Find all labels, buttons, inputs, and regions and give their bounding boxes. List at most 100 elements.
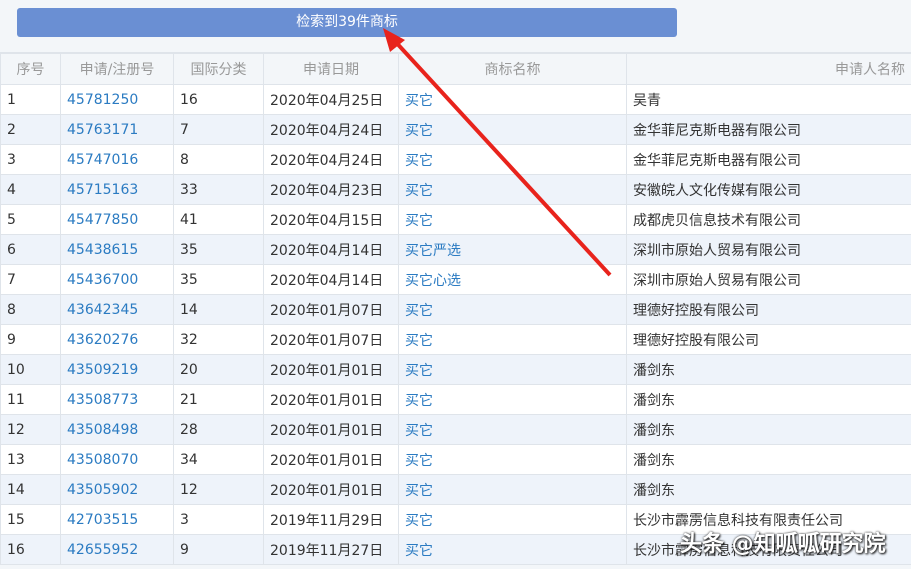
reg-number-cell: 45781250 bbox=[60, 84, 174, 115]
class-cell: 3 bbox=[173, 504, 264, 535]
trademark-name-link[interactable]: 买它 bbox=[405, 513, 433, 529]
row-index-cell: 2 bbox=[0, 114, 61, 145]
apply-date-cell: 2019年11月29日 bbox=[263, 504, 399, 535]
reg-number-cell: 43505902 bbox=[60, 474, 174, 505]
applicant-cell: 潘剑东 bbox=[626, 414, 911, 445]
trademark-name-link[interactable]: 买它 bbox=[405, 213, 433, 229]
reg-number-link[interactable]: 43508498 bbox=[67, 422, 138, 438]
apply-date-cell: 2020年04月25日 bbox=[263, 84, 399, 115]
class-cell: 14 bbox=[173, 294, 264, 325]
row-index-cell: 10 bbox=[0, 354, 61, 385]
applicant-cell: 安徽皖人文化传媒有限公司 bbox=[626, 174, 911, 205]
reg-number-link[interactable]: 45763171 bbox=[67, 122, 138, 138]
row-index-cell: 9 bbox=[0, 324, 61, 355]
apply-date-cell: 2020年01月01日 bbox=[263, 354, 399, 385]
trademark-name-cell: 买它 bbox=[398, 354, 627, 385]
class-cell: 33 bbox=[173, 174, 264, 205]
table-row: 4 45715163 33 2020年04月23日 买它 安徽皖人文化传媒有限公司 bbox=[0, 174, 911, 205]
row-index-cell: 4 bbox=[0, 174, 61, 205]
top-bar: 检索到39件商标 bbox=[0, 0, 911, 53]
applicant-cell: 深圳市原始人贸易有限公司 bbox=[626, 234, 911, 265]
table-row: 1 45781250 16 2020年04月25日 买它 吴青 bbox=[0, 84, 911, 115]
class-cell: 21 bbox=[173, 384, 264, 415]
trademark-name-cell: 买它 bbox=[398, 114, 627, 145]
trademark-name-link[interactable]: 买它 bbox=[405, 183, 433, 199]
reg-number-link[interactable]: 45438615 bbox=[67, 242, 138, 258]
row-index-cell: 11 bbox=[0, 384, 61, 415]
trademark-name-cell: 买它 bbox=[398, 444, 627, 475]
reg-number-link[interactable]: 45477850 bbox=[67, 212, 138, 228]
trademark-name-link[interactable]: 买它心选 bbox=[405, 273, 461, 289]
apply-date-cell: 2019年11月27日 bbox=[263, 534, 399, 565]
apply-date-cell: 2020年01月01日 bbox=[263, 384, 399, 415]
reg-number-link[interactable]: 43642345 bbox=[67, 302, 138, 318]
trademark-name-link[interactable]: 买它 bbox=[405, 453, 433, 469]
class-cell: 35 bbox=[173, 234, 264, 265]
trademark-name-link[interactable]: 买它 bbox=[405, 93, 433, 109]
reg-number-link[interactable]: 43620276 bbox=[67, 332, 138, 348]
reg-number-link[interactable]: 45715163 bbox=[67, 182, 138, 198]
reg-number-link[interactable]: 43509219 bbox=[67, 362, 138, 378]
apply-date-cell: 2020年04月23日 bbox=[263, 174, 399, 205]
reg-number-link[interactable]: 42703515 bbox=[67, 512, 138, 528]
reg-number-cell: 45763171 bbox=[60, 114, 174, 145]
reg-number-link[interactable]: 45781250 bbox=[67, 92, 138, 108]
trademark-name-link[interactable]: 买它 bbox=[405, 393, 433, 409]
trademark-name-link[interactable]: 买它 bbox=[405, 333, 433, 349]
table-row: 13 43508070 34 2020年01月01日 买它 潘剑东 bbox=[0, 444, 911, 475]
row-index-cell: 1 bbox=[0, 84, 61, 115]
trademark-name-cell: 买它 bbox=[398, 84, 627, 115]
table-row: 11 43508773 21 2020年01月01日 买它 潘剑东 bbox=[0, 384, 911, 415]
class-cell: 7 bbox=[173, 114, 264, 145]
trademark-name-cell: 买它 bbox=[398, 414, 627, 445]
class-cell: 16 bbox=[173, 84, 264, 115]
class-cell: 20 bbox=[173, 354, 264, 385]
reg-number-cell: 42703515 bbox=[60, 504, 174, 535]
reg-number-link[interactable]: 42655952 bbox=[67, 542, 138, 558]
apply-date-cell: 2020年01月01日 bbox=[263, 414, 399, 445]
reg-number-link[interactable]: 43505902 bbox=[67, 482, 138, 498]
row-index-cell: 16 bbox=[0, 534, 61, 565]
class-cell: 12 bbox=[173, 474, 264, 505]
trademark-name-cell: 买它严选 bbox=[398, 234, 627, 265]
applicant-cell: 潘剑东 bbox=[626, 474, 911, 505]
trademark-name-cell: 买它 bbox=[398, 144, 627, 175]
trademark-name-link[interactable]: 买它 bbox=[405, 543, 433, 559]
class-cell: 32 bbox=[173, 324, 264, 355]
trademark-name-link[interactable]: 买它 bbox=[405, 303, 433, 319]
trademark-name-link[interactable]: 买它 bbox=[405, 423, 433, 439]
applicant-cell: 潘剑东 bbox=[626, 444, 911, 475]
row-index-cell: 13 bbox=[0, 444, 61, 475]
apply-date-cell: 2020年01月01日 bbox=[263, 444, 399, 475]
trademark-name-link[interactable]: 买它 bbox=[405, 483, 433, 499]
row-index-cell: 14 bbox=[0, 474, 61, 505]
trademark-name-link[interactable]: 买它 bbox=[405, 123, 433, 139]
row-index-cell: 7 bbox=[0, 264, 61, 295]
trademark-name-cell: 买它 bbox=[398, 474, 627, 505]
apply-date-cell: 2020年04月24日 bbox=[263, 144, 399, 175]
apply-date-cell: 2020年04月24日 bbox=[263, 114, 399, 145]
reg-number-cell: 45715163 bbox=[60, 174, 174, 205]
apply-date-cell: 2020年04月14日 bbox=[263, 264, 399, 295]
reg-number-cell: 45436700 bbox=[60, 264, 174, 295]
trademark-name-link[interactable]: 买它严选 bbox=[405, 243, 461, 259]
table-row: 6 45438615 35 2020年04月14日 买它严选 深圳市原始人贸易有限公司 bbox=[0, 234, 911, 265]
column-header: 申请人名称 bbox=[626, 53, 911, 85]
reg-number-link[interactable]: 45436700 bbox=[67, 272, 138, 288]
applicant-cell: 理德好控股有限公司 bbox=[626, 324, 911, 355]
reg-number-cell: 43508498 bbox=[60, 414, 174, 445]
reg-number-link[interactable]: 43508773 bbox=[67, 392, 138, 408]
trademark-name-link[interactable]: 买它 bbox=[405, 153, 433, 169]
reg-number-cell: 45438615 bbox=[60, 234, 174, 265]
reg-number-link[interactable]: 45747016 bbox=[67, 152, 138, 168]
row-index-cell: 12 bbox=[0, 414, 61, 445]
trademark-name-link[interactable]: 买它 bbox=[405, 363, 433, 379]
applicant-cell: 理德好控股有限公司 bbox=[626, 294, 911, 325]
row-index-cell: 8 bbox=[0, 294, 61, 325]
trademark-name-cell: 买它 bbox=[398, 294, 627, 325]
applicant-cell: 深圳市原始人贸易有限公司 bbox=[626, 264, 911, 295]
trademark-name-cell: 买它 bbox=[398, 534, 627, 565]
result-count-button[interactable]: 检索到39件商标 bbox=[17, 8, 677, 37]
apply-date-cell: 2020年01月07日 bbox=[263, 294, 399, 325]
reg-number-link[interactable]: 43508070 bbox=[67, 452, 138, 468]
